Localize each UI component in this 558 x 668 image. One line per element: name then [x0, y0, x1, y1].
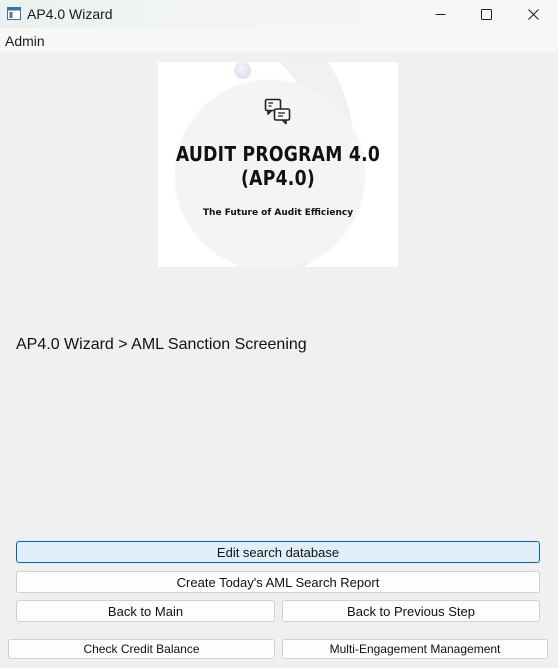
- chat-bubbles-icon: [264, 98, 291, 125]
- audit-program-logo: AUDIT PROGRAM 4.0 (AP4.0) The Future of …: [158, 62, 398, 267]
- logo-title: AUDIT PROGRAM 4.0 (AP4.0): [175, 142, 381, 190]
- back-to-previous-step-button[interactable]: Back to Previous Step: [282, 600, 540, 622]
- logo-title-line2: (AP4.0): [241, 166, 315, 190]
- multi-engagement-management-button[interactable]: Multi-Engagement Management: [282, 639, 548, 659]
- minimize-button[interactable]: [417, 0, 463, 28]
- maximize-icon: [480, 8, 492, 20]
- window-title: AP4.0 Wizard: [27, 6, 113, 22]
- menu-bar: Admin: [0, 28, 558, 52]
- menu-admin[interactable]: Admin: [5, 33, 45, 50]
- back-to-main-button[interactable]: Back to Main: [16, 600, 275, 622]
- close-button[interactable]: [510, 0, 556, 28]
- close-icon: [527, 8, 539, 20]
- minimize-icon: [435, 13, 445, 15]
- title-bar[interactable]: AP4.0 Wizard: [0, 0, 558, 28]
- logo-title-line1: AUDIT PROGRAM 4.0: [175, 142, 381, 166]
- logo-dot-decoration: [234, 62, 251, 79]
- app-window-icon: [7, 7, 21, 20]
- check-credit-balance-button[interactable]: Check Credit Balance: [8, 639, 275, 659]
- breadcrumb: AP4.0 Wizard > AML Sanction Screening: [16, 336, 307, 353]
- maximize-button[interactable]: [463, 0, 509, 28]
- logo-tagline: The Future of Audit Efficiency: [202, 208, 354, 218]
- app-window: AP4.0 Wizard Admin AUDIT PROGRAM 4.0 (AP…: [0, 0, 558, 668]
- edit-search-database-button[interactable]: Edit search database: [16, 541, 540, 563]
- create-aml-report-button[interactable]: Create Today's AML Search Report: [16, 571, 540, 593]
